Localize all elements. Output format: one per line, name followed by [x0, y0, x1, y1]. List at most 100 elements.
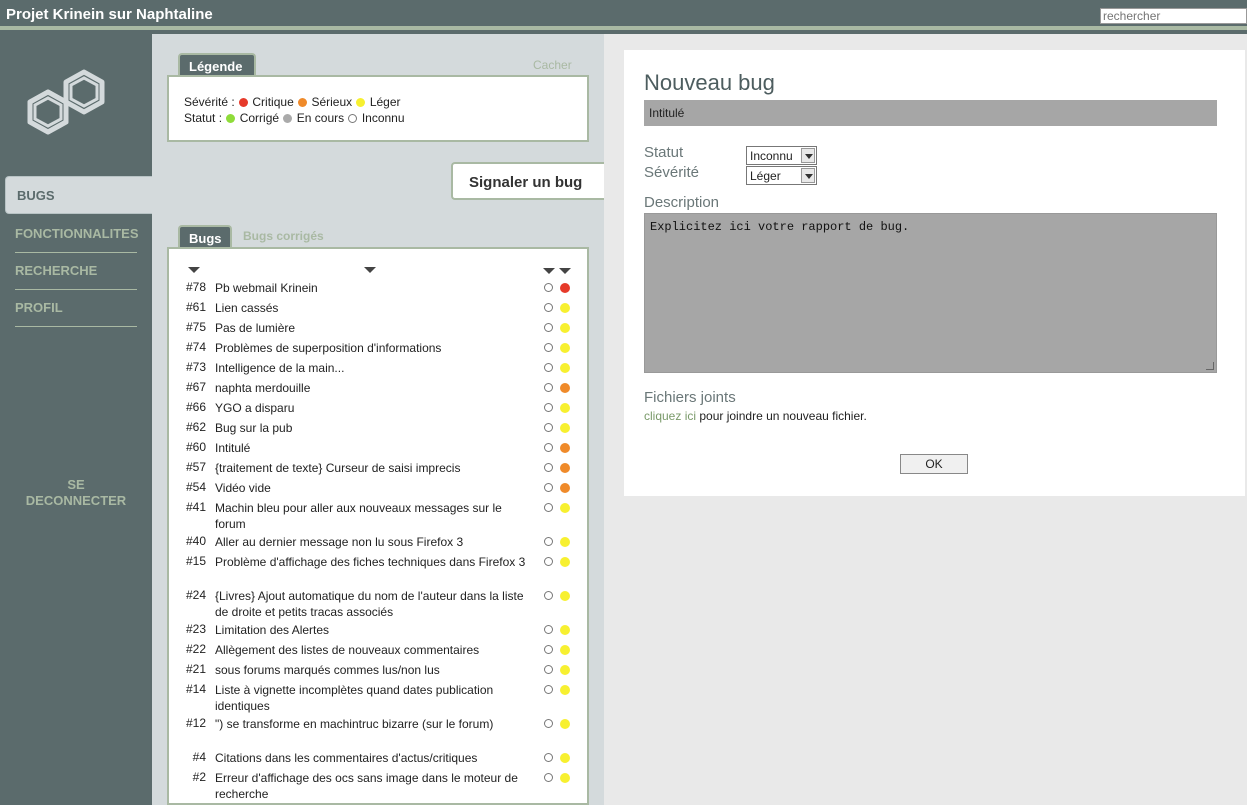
bug-row[interactable]: #78 Pb webmail Krinein — [169, 280, 585, 296]
bug-title[interactable]: Bug sur la pub — [215, 420, 535, 436]
bug-row[interactable]: #23 Limitation des Alertes — [169, 622, 585, 638]
severity-dot-icon — [560, 283, 570, 293]
sidebar-item-profil[interactable]: PROFIL — [15, 300, 137, 327]
bug-id: #61 — [185, 300, 206, 314]
bug-row[interactable]: #54 Vidéo vide — [169, 480, 585, 496]
bug-row[interactable]: #14 Liste à vignette incomplètes quand da… — [169, 682, 585, 714]
sort-id-arrow-icon[interactable] — [188, 267, 200, 273]
bug-row[interactable]: #4 Citations dans les commentaires d'actu… — [169, 750, 585, 766]
bug-row[interactable]: #15 Problème d'affichage des fiches techn… — [169, 554, 585, 586]
resize-handle-icon[interactable] — [1206, 362, 1214, 370]
severity-select[interactable]: Léger — [746, 166, 817, 185]
bug-title[interactable]: Pb webmail Krinein — [215, 280, 535, 296]
app-title: Projet Krinein sur Naphtaline — [6, 6, 213, 23]
bug-row[interactable]: #57 {traitement de texte} Curseur de sais… — [169, 460, 585, 476]
status-dot-icon — [544, 665, 553, 674]
bug-title[interactable]: Citations dans les commentaires d'actus/… — [215, 750, 535, 766]
bug-row[interactable]: #21 sous forums marqués commes lus/non lu… — [169, 662, 585, 678]
logout-line-2: DECONNECTER — [25, 493, 127, 508]
status-dot-icon — [544, 625, 553, 634]
bug-title[interactable]: Pas de lumière — [215, 320, 535, 336]
severity-dot-icon — [560, 719, 570, 729]
status-legend: Statut : Corrigé En cours Inconnu — [184, 111, 405, 125]
sort-status-arrow-icon[interactable] — [543, 268, 555, 274]
bug-id: #74 — [185, 340, 206, 354]
severity-legend: Sévérité : Critique Sérieux Léger — [184, 95, 401, 109]
bug-row[interactable]: #61 Lien cassés — [169, 300, 585, 316]
status-fixed-label: Corrigé — [239, 111, 280, 125]
status-dot-icon — [544, 283, 553, 292]
severity-select-value: Léger — [750, 169, 781, 183]
status-dot-icon — [544, 773, 553, 782]
bug-title[interactable]: Vidéo vide — [215, 480, 535, 496]
bug-row[interactable]: #74 Problèmes de superposition d'informat… — [169, 340, 585, 356]
bug-title[interactable]: naphta merdouille — [215, 380, 535, 396]
bug-title-field[interactable]: Intitulé — [644, 100, 1217, 126]
serious-dot-icon — [298, 98, 308, 107]
severity-dot-icon — [560, 363, 570, 373]
status-dot-icon — [544, 463, 553, 472]
tab-legend[interactable]: Légende — [178, 53, 256, 77]
severity-dot-icon — [560, 665, 570, 675]
bug-row[interactable]: #60 Intitulé — [169, 440, 585, 456]
bug-row[interactable]: #67 naphta merdouille — [169, 380, 585, 396]
status-dot-icon — [544, 753, 553, 762]
bug-id: #41 — [185, 500, 206, 514]
bug-row[interactable]: #73 Intelligence de la main... — [169, 360, 585, 376]
bug-row[interactable]: #66 YGO a disparu — [169, 400, 585, 416]
bug-list-column: Légende Cacher Sévérité : Critique Série… — [152, 34, 604, 805]
bug-title[interactable]: Problème d'affichage des fiches techniqu… — [215, 554, 535, 570]
bug-row[interactable]: #75 Pas de lumière — [169, 320, 585, 336]
tab-bugs[interactable]: Bugs — [178, 225, 232, 249]
bug-title[interactable]: Intelligence de la main... — [215, 360, 535, 376]
sort-severity-arrow-icon[interactable] — [559, 268, 571, 274]
bug-title[interactable]: ") se transforme en machintruc bizarre (… — [215, 716, 535, 732]
bug-title[interactable]: Erreur d'affichage des ocs sans image da… — [215, 770, 535, 802]
status-dot-icon — [544, 537, 553, 546]
status-in-progress-label: En cours — [296, 111, 345, 125]
logout-line-1: SE — [67, 477, 85, 492]
bug-title[interactable]: Problèmes de superposition d'information… — [215, 340, 535, 356]
description-label: Description — [644, 194, 720, 211]
bug-row[interactable]: #12 ") se transforme en machintruc bizarr… — [169, 716, 585, 748]
bug-id: #75 — [185, 320, 206, 334]
search-input[interactable] — [1100, 8, 1247, 24]
bug-id: #73 — [185, 360, 206, 374]
bug-title[interactable]: Liste à vignette incomplètes quand dates… — [215, 682, 535, 714]
status-select[interactable]: Inconnu — [746, 146, 817, 165]
bug-title[interactable]: {Livres} Ajout automatique du nom de l'a… — [215, 588, 535, 620]
bug-row[interactable]: #40 Aller au dernier message non lu sous … — [169, 534, 585, 550]
bug-title[interactable]: YGO a disparu — [215, 400, 535, 416]
severity-dot-icon — [560, 383, 570, 393]
submit-button[interactable]: OK — [900, 454, 968, 474]
bug-title[interactable]: Intitulé — [215, 440, 535, 456]
bug-row[interactable]: #62 Bug sur la pub — [169, 420, 585, 436]
sidebar-item-bugs[interactable]: BUGS — [5, 176, 153, 214]
sidebar-item-fonctionnalites[interactable]: FONCTIONNALITES — [15, 226, 139, 253]
bug-row[interactable]: #41 Machin bleu pour aller aux nouveaux m… — [169, 500, 585, 532]
bug-id: #54 — [185, 480, 206, 494]
severity-label: Sévérité — [644, 164, 700, 181]
tab-fixed-bugs[interactable]: Bugs corrigés — [243, 229, 324, 243]
bug-title[interactable]: Lien cassés — [215, 300, 535, 316]
bug-title[interactable]: {traitement de texte} Curseur de saisi i… — [215, 460, 535, 476]
sidebar-item-recherche[interactable]: RECHERCHE — [15, 263, 137, 290]
bug-row[interactable]: #24 {Livres} Ajout automatique du nom de … — [169, 588, 585, 620]
sort-title-arrow-icon[interactable] — [364, 267, 376, 273]
logout-link[interactable]: SE DECONNECTER — [0, 477, 152, 509]
bug-row[interactable]: #2 Erreur d'affichage des ocs sans image … — [169, 770, 585, 802]
bug-row[interactable]: #22 Allègement des listes de nouveaux com… — [169, 642, 585, 658]
bug-title[interactable]: Allègement des listes de nouveaux commen… — [215, 642, 535, 658]
hide-legend-link[interactable]: Cacher — [533, 58, 572, 72]
severity-light-label: Léger — [369, 95, 401, 109]
bug-title[interactable]: sous forums marqués commes lus/non lus — [215, 662, 535, 678]
severity-dot-icon — [560, 591, 570, 601]
bug-title[interactable]: Aller au dernier message non lu sous Fir… — [215, 534, 535, 550]
report-bug-tab[interactable]: Signaler un bug — [451, 162, 604, 200]
status-dot-icon — [544, 685, 553, 694]
bug-title[interactable]: Machin bleu pour aller aux nouveaux mess… — [215, 500, 535, 532]
status-dot-icon — [544, 423, 553, 432]
attach-file-link[interactable]: cliquez ici — [644, 409, 696, 423]
bug-title[interactable]: Limitation des Alertes — [215, 622, 535, 638]
description-textarea[interactable]: Explicitez ici votre rapport de bug. — [644, 213, 1217, 373]
